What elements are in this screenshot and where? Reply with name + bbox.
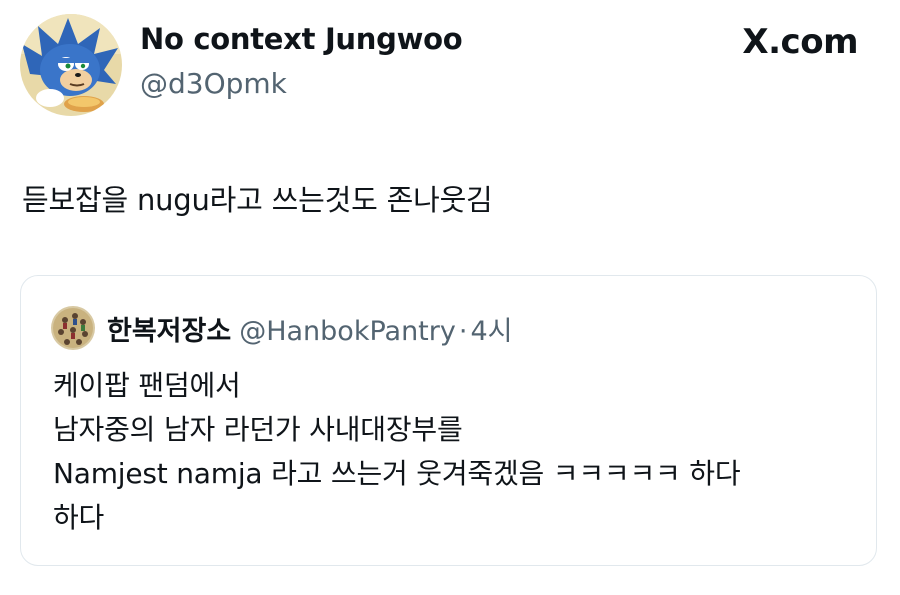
author-handle[interactable]: @d3Opmk xyxy=(140,67,287,100)
quoted-tweet-card[interactable]: 한복저장소 @HanbokPantry · 4시 케이팝 팬덤에서 남자중의 남자 라… xyxy=(20,275,877,566)
tweet-text: 듣보잡을 nugu라고 쓰는것도 존나웃김 xyxy=(22,183,493,217)
quoted-tweet-time[interactable]: 4시 xyxy=(470,316,512,347)
quoted-author-handle[interactable]: @HanbokPantry xyxy=(239,316,456,347)
x-brand-label: X.com xyxy=(742,22,858,62)
quoted-author-name[interactable]: 한복저장소 xyxy=(107,316,231,347)
quoted-tweet-line: 남자중의 남자 라던가 사내대장부를 xyxy=(53,413,463,446)
hanbok-figures-avatar-icon xyxy=(51,306,95,350)
author-display-name[interactable]: No context Jungwoo xyxy=(140,22,463,56)
quoted-tweet-line: 케이팝 팬덤에서 xyxy=(53,369,241,402)
author-avatar[interactable] xyxy=(20,14,122,116)
quoted-author-avatar[interactable] xyxy=(51,306,95,350)
quoted-tweet-line: 하다 xyxy=(53,501,105,534)
quoted-tweet-line: Namjest namja 라고 쓰는거 웃겨죽겠음 ㅋㅋㅋㅋㅋ 하다 xyxy=(53,457,741,490)
quoted-tweet-header: 한복저장소 @HanbokPantry · 4시 xyxy=(107,309,512,348)
quoted-tweet-text: 케이팝 팬덤에서 남자중의 남자 라던가 사내대장부를 Namjest namj… xyxy=(53,364,741,540)
cartoon-hedgehog-avatar-icon xyxy=(20,14,122,116)
separator-dot: · xyxy=(458,316,468,347)
